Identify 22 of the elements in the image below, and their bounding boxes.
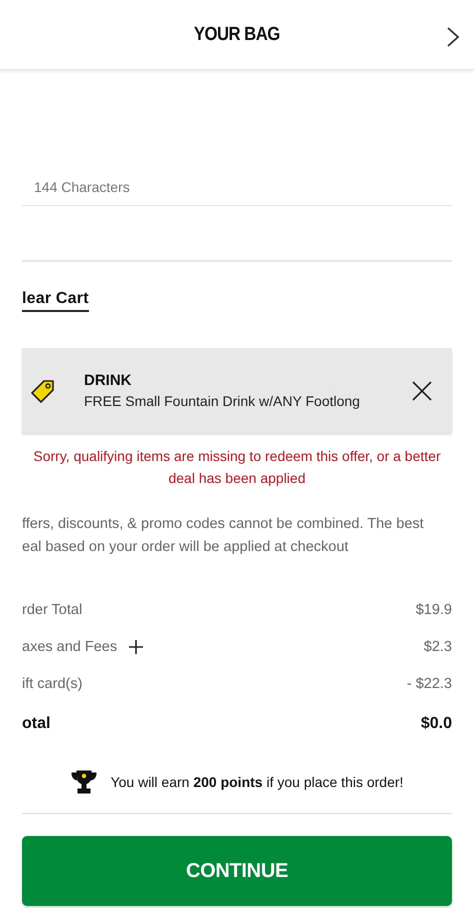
- summary-value: $0.0: [420, 714, 452, 732]
- rewards-message: You will earn 200 points if you place this order!: [110, 774, 404, 790]
- character-counter: 144 Characters: [34, 179, 130, 195]
- summary-label: axes and Fees: [22, 638, 118, 654]
- error-message: Sorry, qualifying items are missing to redeem this offer, or a better deal has been applied: [32, 447, 442, 488]
- disclaimer-text: eal based on your order will be applied at checkout: [22, 538, 350, 557]
- page-title: YOUR BAG: [194, 24, 280, 46]
- summary-label: ift card(s): [22, 676, 82, 692]
- summary-label: otal: [22, 714, 50, 732]
- offer-title: DRINK: [84, 372, 132, 389]
- close-icon[interactable]: [412, 380, 432, 400]
- chevron-right-icon[interactable]: [446, 27, 460, 47]
- summary-value: $19.9: [416, 602, 452, 618]
- summary-value: - $22.3: [406, 676, 452, 692]
- clear-cart-link[interactable]: lear Cart: [22, 290, 89, 312]
- plus-icon[interactable]: [129, 640, 144, 654]
- summary-label: rder Total: [22, 602, 82, 618]
- continue-button[interactable]: CONTINUE: [22, 836, 452, 906]
- summary-value: $2.3: [424, 638, 452, 654]
- offer-description: FREE Small Fountain Drink w/ANY Footlong: [84, 393, 361, 409]
- trophy-icon: [70, 769, 97, 795]
- disclaimer-text: ffers, discounts, & promo codes cannot be combined. The best: [22, 515, 425, 534]
